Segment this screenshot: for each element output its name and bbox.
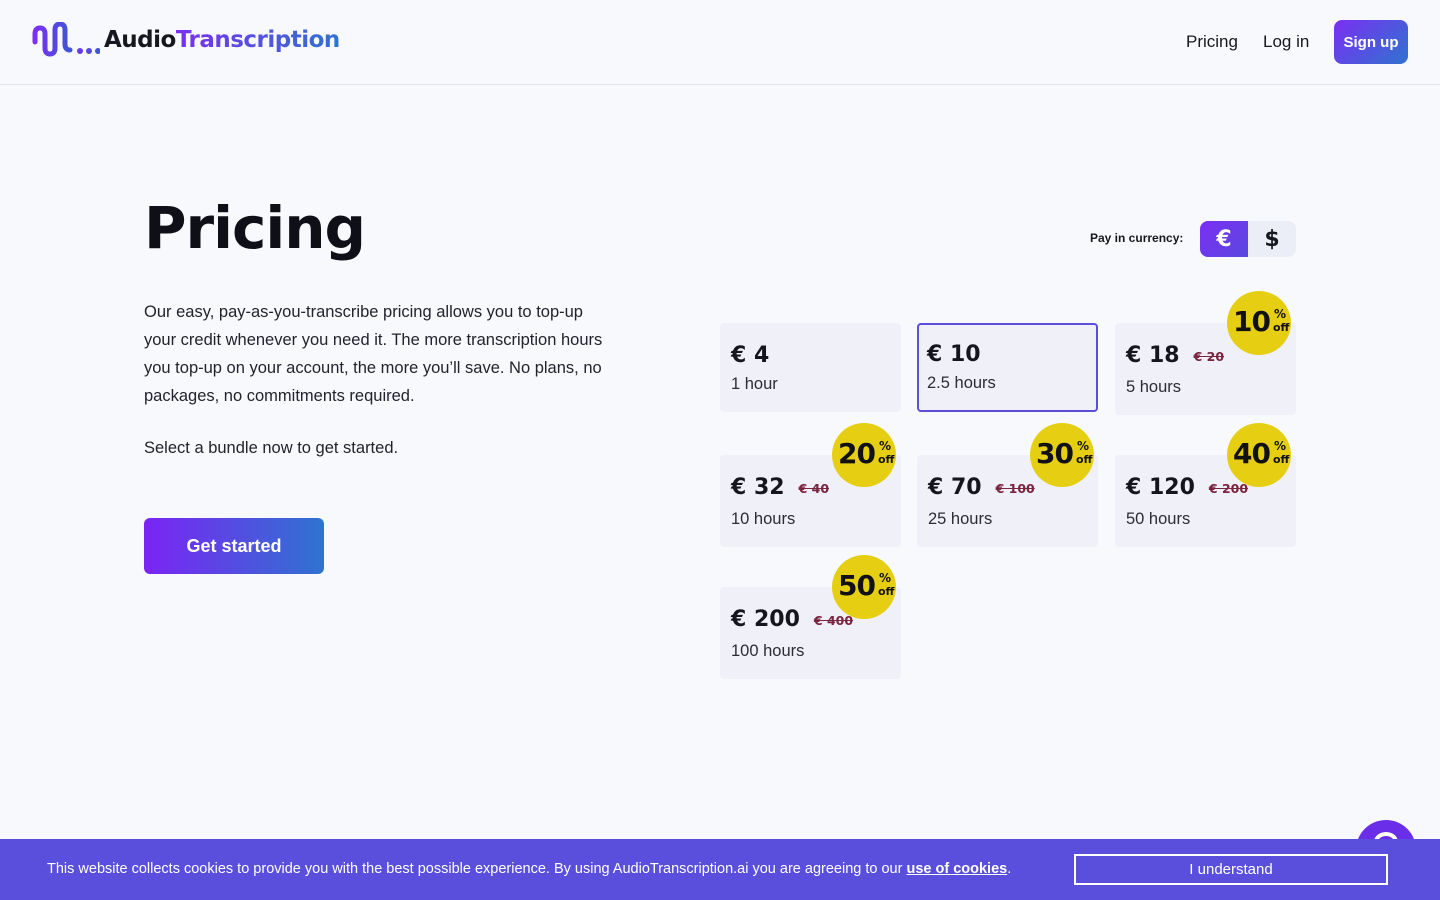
bundle-hours: 2.5 hours [927, 374, 996, 392]
discount-badge: 40% off [1227, 423, 1291, 487]
cta-text: Select a bundle now to get started. [144, 439, 399, 457]
bundle-price: € 200 € 400 [731, 607, 854, 632]
bundle-price: € 10 [927, 342, 981, 367]
discount-badge: 20% off [832, 423, 896, 487]
currency-eur-button[interactable]: € [1200, 221, 1248, 257]
logo-text: AudioTranscription [104, 26, 340, 53]
signup-button[interactable]: Sign up [1334, 20, 1408, 64]
bundle-old-price: € 20 [1193, 349, 1225, 364]
bundle-price: € 32 € 40 [731, 475, 830, 500]
currency-usd-button[interactable]: $ [1248, 221, 1296, 257]
bundle-hours: 25 hours [928, 510, 993, 528]
waveform-icon [32, 22, 100, 57]
bundle-price: € 4 [731, 343, 770, 368]
discount-badge: 10% off [1227, 291, 1291, 355]
nav-login-link[interactable]: Log in [1263, 32, 1309, 52]
bundle-card-selected[interactable]: € 10 2.5 hours [917, 323, 1098, 412]
cookie-text: This website collects cookies to provide… [47, 861, 1012, 877]
cookie-accept-button[interactable]: I understand [1074, 854, 1388, 885]
logo[interactable]: AudioTranscription [32, 22, 340, 58]
bundle-hours: 50 hours [1126, 510, 1191, 528]
bundle-price: € 120 € 200 [1126, 475, 1249, 500]
bundle-hours: 5 hours [1126, 378, 1182, 396]
bundle-old-price: € 40 [798, 481, 830, 496]
bundle-hours: 10 hours [731, 510, 796, 528]
currency-label: Pay in currency: [1090, 231, 1184, 245]
bundle-hours: 100 hours [731, 642, 805, 660]
bundle-price: € 18 € 20 [1126, 343, 1225, 368]
bundle-price: € 70 € 100 [928, 475, 1035, 500]
page-title: Pricing [144, 194, 366, 262]
site-header: AudioTranscription Pricing Log in Sign u… [0, 0, 1440, 85]
nav-pricing-link[interactable]: Pricing [1186, 32, 1238, 52]
discount-badge: 50% off [832, 555, 896, 619]
discount-badge: 30% off [1030, 423, 1094, 487]
bundle-hours: 1 hour [731, 375, 778, 393]
bundle-old-price: € 100 [995, 481, 1035, 496]
bundle-card[interactable]: € 4 1 hour [720, 323, 901, 412]
cookie-banner: This website collects cookies to provide… [0, 839, 1440, 900]
pricing-description: Our easy, pay-as-you-transcribe pricing … [144, 303, 603, 405]
cookie-policy-link[interactable]: use of cookies [906, 861, 1007, 877]
get-started-button[interactable]: Get started [144, 518, 324, 574]
bundle-old-price: € 200 [1208, 481, 1249, 496]
bundle-old-price: € 400 [813, 613, 854, 628]
